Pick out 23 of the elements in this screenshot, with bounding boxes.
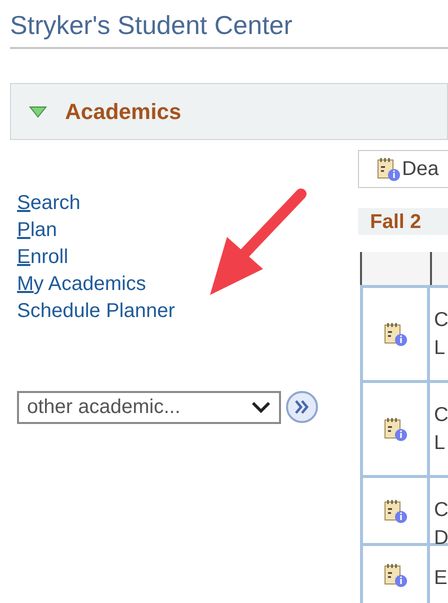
chevron-icon <box>251 401 271 413</box>
section-header[interactable]: Academics <box>10 83 448 140</box>
go-button[interactable] <box>285 390 319 424</box>
table-cell-text: C L <box>433 403 448 456</box>
calendar-info-icon <box>375 156 401 182</box>
nav-link[interactable]: My Academics <box>17 271 146 298</box>
nav-link[interactable]: Enroll <box>17 244 68 271</box>
other-academic-select[interactable]: other academic... <box>17 390 281 424</box>
calendar-info-icon <box>382 416 408 442</box>
nav-link[interactable]: Search <box>17 190 80 217</box>
page-title: Stryker's Student Center <box>10 9 292 42</box>
section-title: Academics <box>65 98 182 126</box>
calendar-info-icon <box>382 321 408 347</box>
expanded-triangle-icon[interactable] <box>29 106 47 118</box>
table-cell-text: E <box>433 566 448 591</box>
table-cell-text: C D <box>433 498 448 543</box>
deadlines-button[interactable]: Dea <box>358 150 448 188</box>
calendar-info-icon <box>382 562 408 588</box>
table-cell-text: C L <box>433 308 448 361</box>
calendar-info-icon <box>382 498 408 524</box>
term-header: Fall 2 <box>358 208 448 235</box>
nav-link[interactable]: Schedule Planner <box>17 298 175 325</box>
nav-link[interactable]: Plan <box>17 217 58 244</box>
